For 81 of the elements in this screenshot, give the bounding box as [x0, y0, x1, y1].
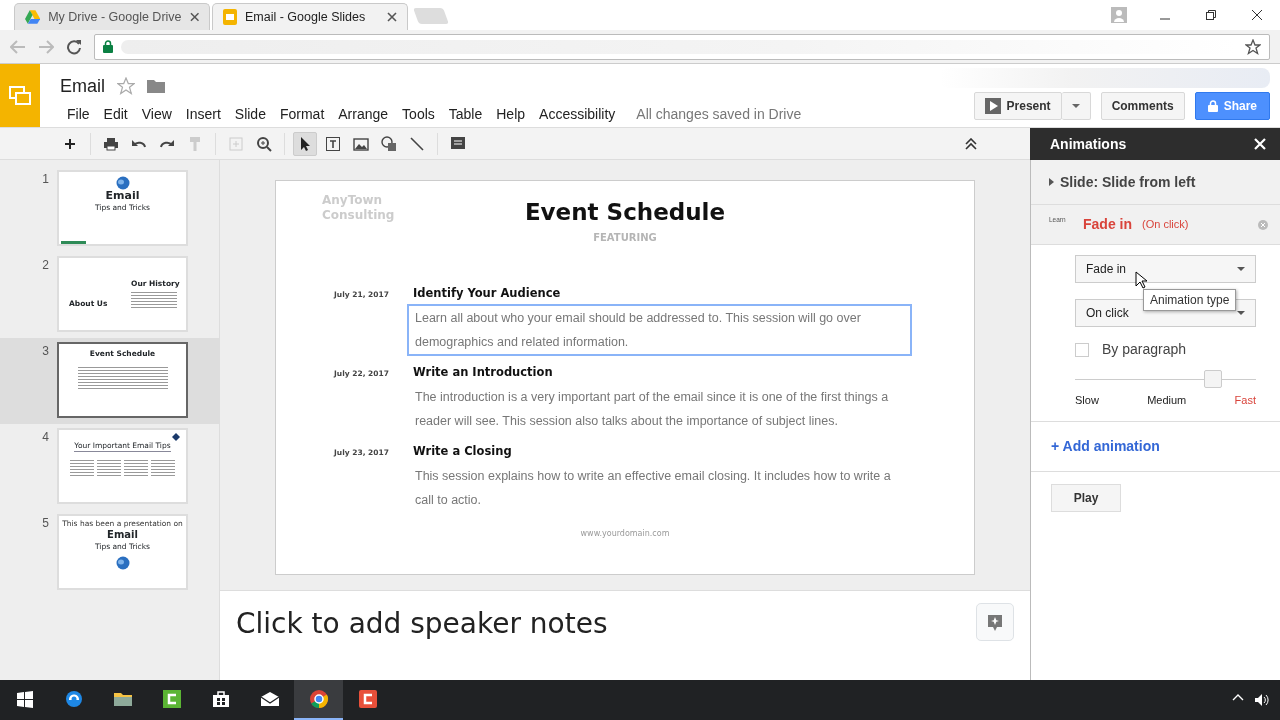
chrome-icon[interactable]	[308, 689, 329, 709]
menu-item[interactable]: Tools	[395, 102, 442, 127]
thumb-title: Email	[107, 529, 138, 542]
progress-bar	[61, 241, 86, 244]
expand-arrow-icon	[1049, 178, 1054, 186]
store-icon[interactable]	[210, 689, 231, 709]
restore-icon[interactable]	[1206, 10, 1216, 20]
diamond-icon	[172, 433, 180, 441]
browser-icon[interactable]	[63, 689, 84, 709]
explore-button[interactable]	[976, 603, 1014, 641]
animation-effect: Fade in	[1083, 215, 1132, 234]
thumb-title: Email	[105, 190, 140, 202]
save-status: All changes saved in Drive	[636, 105, 802, 124]
reload-icon[interactable]	[66, 38, 82, 55]
cursor-icon	[1135, 271, 1147, 289]
caret-icon	[1237, 311, 1245, 315]
caret-icon	[1071, 104, 1080, 108]
menu-item[interactable]: Edit	[96, 102, 135, 127]
menu-item[interactable]: Slide	[227, 102, 273, 127]
browser-tab[interactable]: My Drive - Google Drive	[14, 3, 210, 30]
slide-footer: www.yourdomain.com	[580, 528, 670, 541]
slide-number: 1	[41, 171, 50, 188]
menu-item[interactable]: Accessibility	[532, 102, 623, 127]
close-icon[interactable]	[1252, 10, 1262, 20]
app-icon[interactable]	[161, 689, 182, 709]
collapse-icon[interactable]	[964, 138, 978, 151]
close-icon[interactable]	[387, 12, 397, 22]
panel-title: Animations	[1050, 134, 1127, 154]
play-icon	[984, 98, 1001, 114]
slide-number: 2	[41, 257, 50, 274]
menu-item[interactable]: Arrange	[331, 102, 396, 127]
event-description[interactable]: This session explains how to write an effective email closing. It includes how to write a call to actio.	[407, 462, 912, 515]
event-description[interactable]: Learn all about who your email should be addressed to. This session will go over demographics and related information.	[407, 303, 912, 356]
menu-item[interactable]: Format	[272, 102, 332, 127]
slide-title[interactable]: Event Schedule	[524, 195, 726, 230]
drive-icon	[25, 10, 41, 24]
animation-type-dropdown[interactable]: Fade in	[1075, 255, 1256, 283]
checkbox-label: By paragraph	[1102, 340, 1187, 359]
slides-logo	[9, 85, 31, 106]
lock-icon	[1207, 100, 1218, 112]
sparkle-icon	[987, 613, 1003, 632]
globe-icon	[114, 555, 131, 570]
browser-tab[interactable]: Email - Google Slides	[212, 3, 408, 30]
star-icon[interactable]	[117, 77, 135, 95]
slide-number: 5	[41, 515, 50, 532]
menu-item[interactable]: Table	[441, 102, 490, 127]
star-icon[interactable]	[1245, 38, 1261, 55]
play-button[interactable]: Play	[1051, 483, 1121, 512]
pointer-icon[interactable]	[293, 131, 317, 156]
slider-thumb[interactable]	[1203, 370, 1222, 388]
speed-label[interactable]: Fast	[1234, 392, 1256, 409]
volume-icon[interactable]	[1254, 693, 1270, 707]
slides-icon	[223, 9, 237, 25]
tooltip: Animation type	[1143, 289, 1237, 311]
comments-button[interactable]: Comments	[1100, 92, 1185, 120]
event-description[interactable]: The introduction is a very important part of the email since it is one of the first things a reader will see. This session also talks about the importance of subject lines.	[407, 383, 912, 435]
slide-number: 3	[41, 343, 50, 360]
slide-canvas[interactable]	[275, 180, 975, 575]
menu-item[interactable]: Help	[489, 102, 533, 127]
mail-icon[interactable]	[259, 689, 280, 709]
speed-label[interactable]: Slow	[1075, 392, 1099, 409]
add-animation-link[interactable]: + Add animation	[1031, 421, 1280, 472]
animation-trigger: (On click)	[1142, 217, 1189, 233]
menu-item[interactable]: Insert	[178, 102, 228, 127]
lock-icon	[103, 40, 113, 53]
animation-item[interactable]: Slide: Slide from left	[1031, 160, 1280, 205]
chevron-up-icon[interactable]	[1232, 693, 1244, 701]
event-heading[interactable]: Write a Closing	[413, 443, 912, 461]
slide-number: 4	[41, 429, 50, 446]
event-heading[interactable]: Write an Introduction	[413, 363, 912, 381]
caret-icon	[1237, 267, 1245, 271]
menu-item[interactable]: File	[60, 102, 97, 127]
present-button[interactable]: Present	[973, 92, 1062, 120]
globe-icon	[114, 176, 131, 190]
checkbox[interactable]	[1075, 342, 1089, 357]
menu-item[interactable]: View	[134, 102, 179, 127]
event-heading[interactable]: Identify Your Audience	[413, 284, 912, 302]
windows-icon[interactable]	[14, 689, 35, 709]
document-title[interactable]: Email	[60, 72, 105, 100]
speed-label[interactable]: Medium	[1147, 392, 1187, 409]
app-icon[interactable]	[357, 689, 378, 709]
